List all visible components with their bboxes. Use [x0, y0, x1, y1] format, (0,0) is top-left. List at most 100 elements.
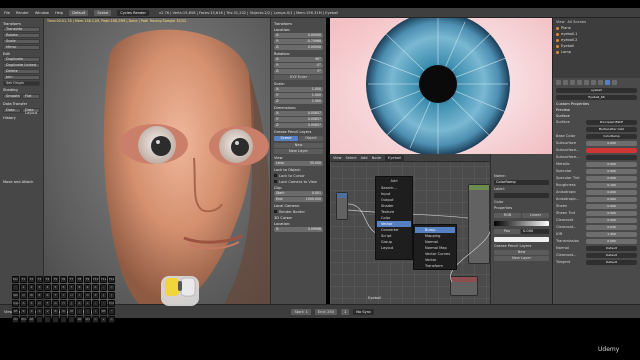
data-button[interactable]: Data — [3, 108, 21, 113]
gp-new-layer-button[interactable]: New Layer — [274, 149, 323, 154]
current-frame-field[interactable]: 1 — [340, 308, 350, 315]
dimensions-x-field[interactable]: X: 0.05857 — [274, 111, 323, 116]
prop-row[interactable]: Clearcoat... 0.030 — [556, 224, 637, 230]
node-menu-node[interactable]: Node — [372, 156, 381, 160]
set-origin-button[interactable]: Set Origin — [3, 81, 40, 86]
last-operator-header[interactable]: Move and Attach — [3, 180, 40, 184]
lock-camera-checkbox[interactable]: Lock Camera to View — [274, 179, 323, 184]
prop-row[interactable]: Base Color ColorRamp — [556, 133, 637, 139]
view-panel-header[interactable]: View — [274, 156, 323, 160]
prop-row[interactable]: Subsurface 0.000 — [556, 140, 637, 146]
join-button[interactable]: Join — [3, 75, 40, 80]
menu-file[interactable]: File — [4, 11, 10, 15]
rotation-z-field[interactable]: Z: 0° — [274, 69, 323, 74]
duplicate-linked-button[interactable]: Duplicate Linked — [3, 63, 40, 68]
prop-row[interactable]: Clearcoat 0.000 — [556, 217, 637, 223]
color-mode-select[interactable]: RGB — [494, 213, 521, 218]
node-label-field[interactable] — [494, 193, 549, 198]
edit-header[interactable]: Edit — [3, 52, 40, 56]
gp-new-button[interactable]: New — [274, 143, 323, 148]
dimensions-z-field[interactable]: Z: 0.05857 — [274, 123, 323, 128]
clip-end-field[interactable]: End: 1000.000 — [274, 197, 323, 202]
node-menu-select[interactable]: Select — [346, 156, 357, 160]
transform-panel-header[interactable]: Transform — [274, 22, 323, 26]
prop-row[interactable]: Metallic 0.000 — [556, 161, 637, 167]
node-name-field[interactable]: ColorRamp — [494, 180, 549, 185]
node-menu-view[interactable]: View — [333, 156, 342, 160]
shading-header[interactable]: Shading — [3, 88, 40, 92]
material-select[interactable]: Eyeball — [384, 154, 405, 161]
prop-row[interactable]: Anisotropic 0.000 — [556, 189, 637, 195]
prop-row[interactable]: Anisotropic... 0.000 — [556, 196, 637, 202]
modifiers-tab-icon[interactable] — [591, 80, 596, 85]
rotation-y-field[interactable]: Y: -0° — [274, 63, 323, 68]
texture-tab-icon[interactable] — [612, 80, 617, 85]
transform-header[interactable]: Transform — [3, 22, 40, 26]
scale-y-field[interactable]: Y: 1.000 — [274, 93, 323, 98]
delete-button[interactable]: Delete — [3, 69, 40, 74]
3d-cursor-header[interactable]: 3D Cursor — [274, 216, 323, 220]
outliner-row[interactable]: Lamp — [556, 49, 637, 55]
data-transfer-header[interactable]: Data Transfer — [3, 102, 40, 106]
flat-button[interactable]: Flat — [22, 94, 40, 99]
location-z-field[interactable]: Z: 0.00000 — [274, 45, 323, 50]
layers-tab-icon[interactable] — [563, 80, 568, 85]
prop-row[interactable]: Tangent Default — [556, 259, 637, 265]
scene-tab-icon[interactable] — [570, 80, 575, 85]
prop-row[interactable]: IOR 1.450 — [556, 231, 637, 237]
prop-row[interactable]: Sheen Tint 0.500 — [556, 210, 637, 216]
prop-row[interactable]: Roughness 0.100 — [556, 182, 637, 188]
prop-row[interactable]: Specular 0.500 — [556, 168, 637, 174]
node-properties-header[interactable]: Properties — [494, 206, 549, 210]
outliner-display-mode[interactable]: All Scenes — [568, 20, 586, 24]
translate-button[interactable]: Translate — [3, 27, 40, 32]
menu-help[interactable]: Help — [55, 11, 63, 15]
prop-row[interactable]: Normal Default — [556, 245, 637, 251]
lens-field[interactable]: Lens: 35.000 — [274, 161, 323, 166]
eye-render-view[interactable] — [330, 18, 552, 154]
prop-row[interactable]: Surface Principled BSDF — [556, 119, 637, 125]
lock-cursor-checkbox[interactable]: Lock to Cursor — [274, 173, 323, 178]
prop-row[interactable]: Specular Tint 0.000 — [556, 175, 637, 181]
preview-header[interactable]: Preview — [556, 108, 637, 112]
prop-row[interactable]: Sheen 0.000 — [556, 203, 637, 209]
node-color-checkbox[interactable]: Color — [494, 200, 549, 204]
render-engine-select[interactable]: Cycles Render — [117, 9, 149, 16]
ramp-pos-field[interactable]: 0.000 — [521, 229, 549, 234]
prop-row[interactable]: Clearcoat... Default — [556, 252, 637, 258]
cursor-x-field[interactable]: X: 0.09998 — [274, 227, 323, 232]
material-datablock[interactable]: Eyeball_blt — [556, 94, 637, 100]
3d-viewport[interactable]: Time:00:01.78 | Mem:158.11M, Peak:168.29… — [44, 18, 270, 304]
data-layout-button[interactable]: Data Layout — [22, 108, 40, 115]
scale-x-field[interactable]: X: 1.000 — [274, 87, 323, 92]
dimensions-y-field[interactable]: Y: 0.05857 — [274, 117, 323, 122]
vector-transform-item[interactable]: Vector Transform — [415, 257, 455, 268]
clip-start-field[interactable]: Start: 0.001 — [274, 191, 323, 196]
scale-z-field[interactable]: Z: 1.000 — [274, 99, 323, 104]
material-tab-icon[interactable] — [605, 80, 610, 85]
scene-select[interactable]: Scene — [94, 9, 112, 16]
smooth-button[interactable]: Smooth — [3, 94, 21, 99]
duplicate-button[interactable]: Duplicate — [3, 57, 40, 62]
data-tab-icon[interactable] — [598, 80, 603, 85]
mirror-button[interactable]: Mirror — [3, 45, 40, 50]
rotation-mode-select[interactable]: XYZ Euler — [274, 75, 323, 80]
prop-row[interactable]: Subsurface... — [556, 147, 637, 153]
rotate-button[interactable]: Rotate — [3, 33, 40, 38]
location-y-field[interactable]: Y: -0.74968 — [274, 39, 323, 44]
object-tab-icon[interactable] — [584, 80, 589, 85]
screen-layout-select[interactable]: Default — [69, 9, 89, 16]
render-border-checkbox[interactable]: Render Border — [274, 209, 323, 214]
render-tab-icon[interactable] — [556, 80, 561, 85]
prop-row[interactable]: Transmission 0.000 — [556, 238, 637, 244]
menu-render[interactable]: Render — [16, 11, 29, 15]
interpolation-select[interactable]: Linear — [522, 213, 549, 218]
location-x-field[interactable]: X: 0.00000 — [274, 33, 323, 38]
outliner-view-menu[interactable]: View — [556, 20, 565, 24]
scale-button[interactable]: Scale — [3, 39, 40, 44]
node-gp-new-button[interactable]: New — [494, 250, 549, 255]
menu-window[interactable]: Window — [35, 11, 49, 15]
surface-header[interactable]: Surface — [556, 114, 637, 118]
prop-row[interactable]: Subsurface... — [556, 154, 637, 160]
ramp-color-swatch[interactable] — [494, 237, 549, 242]
